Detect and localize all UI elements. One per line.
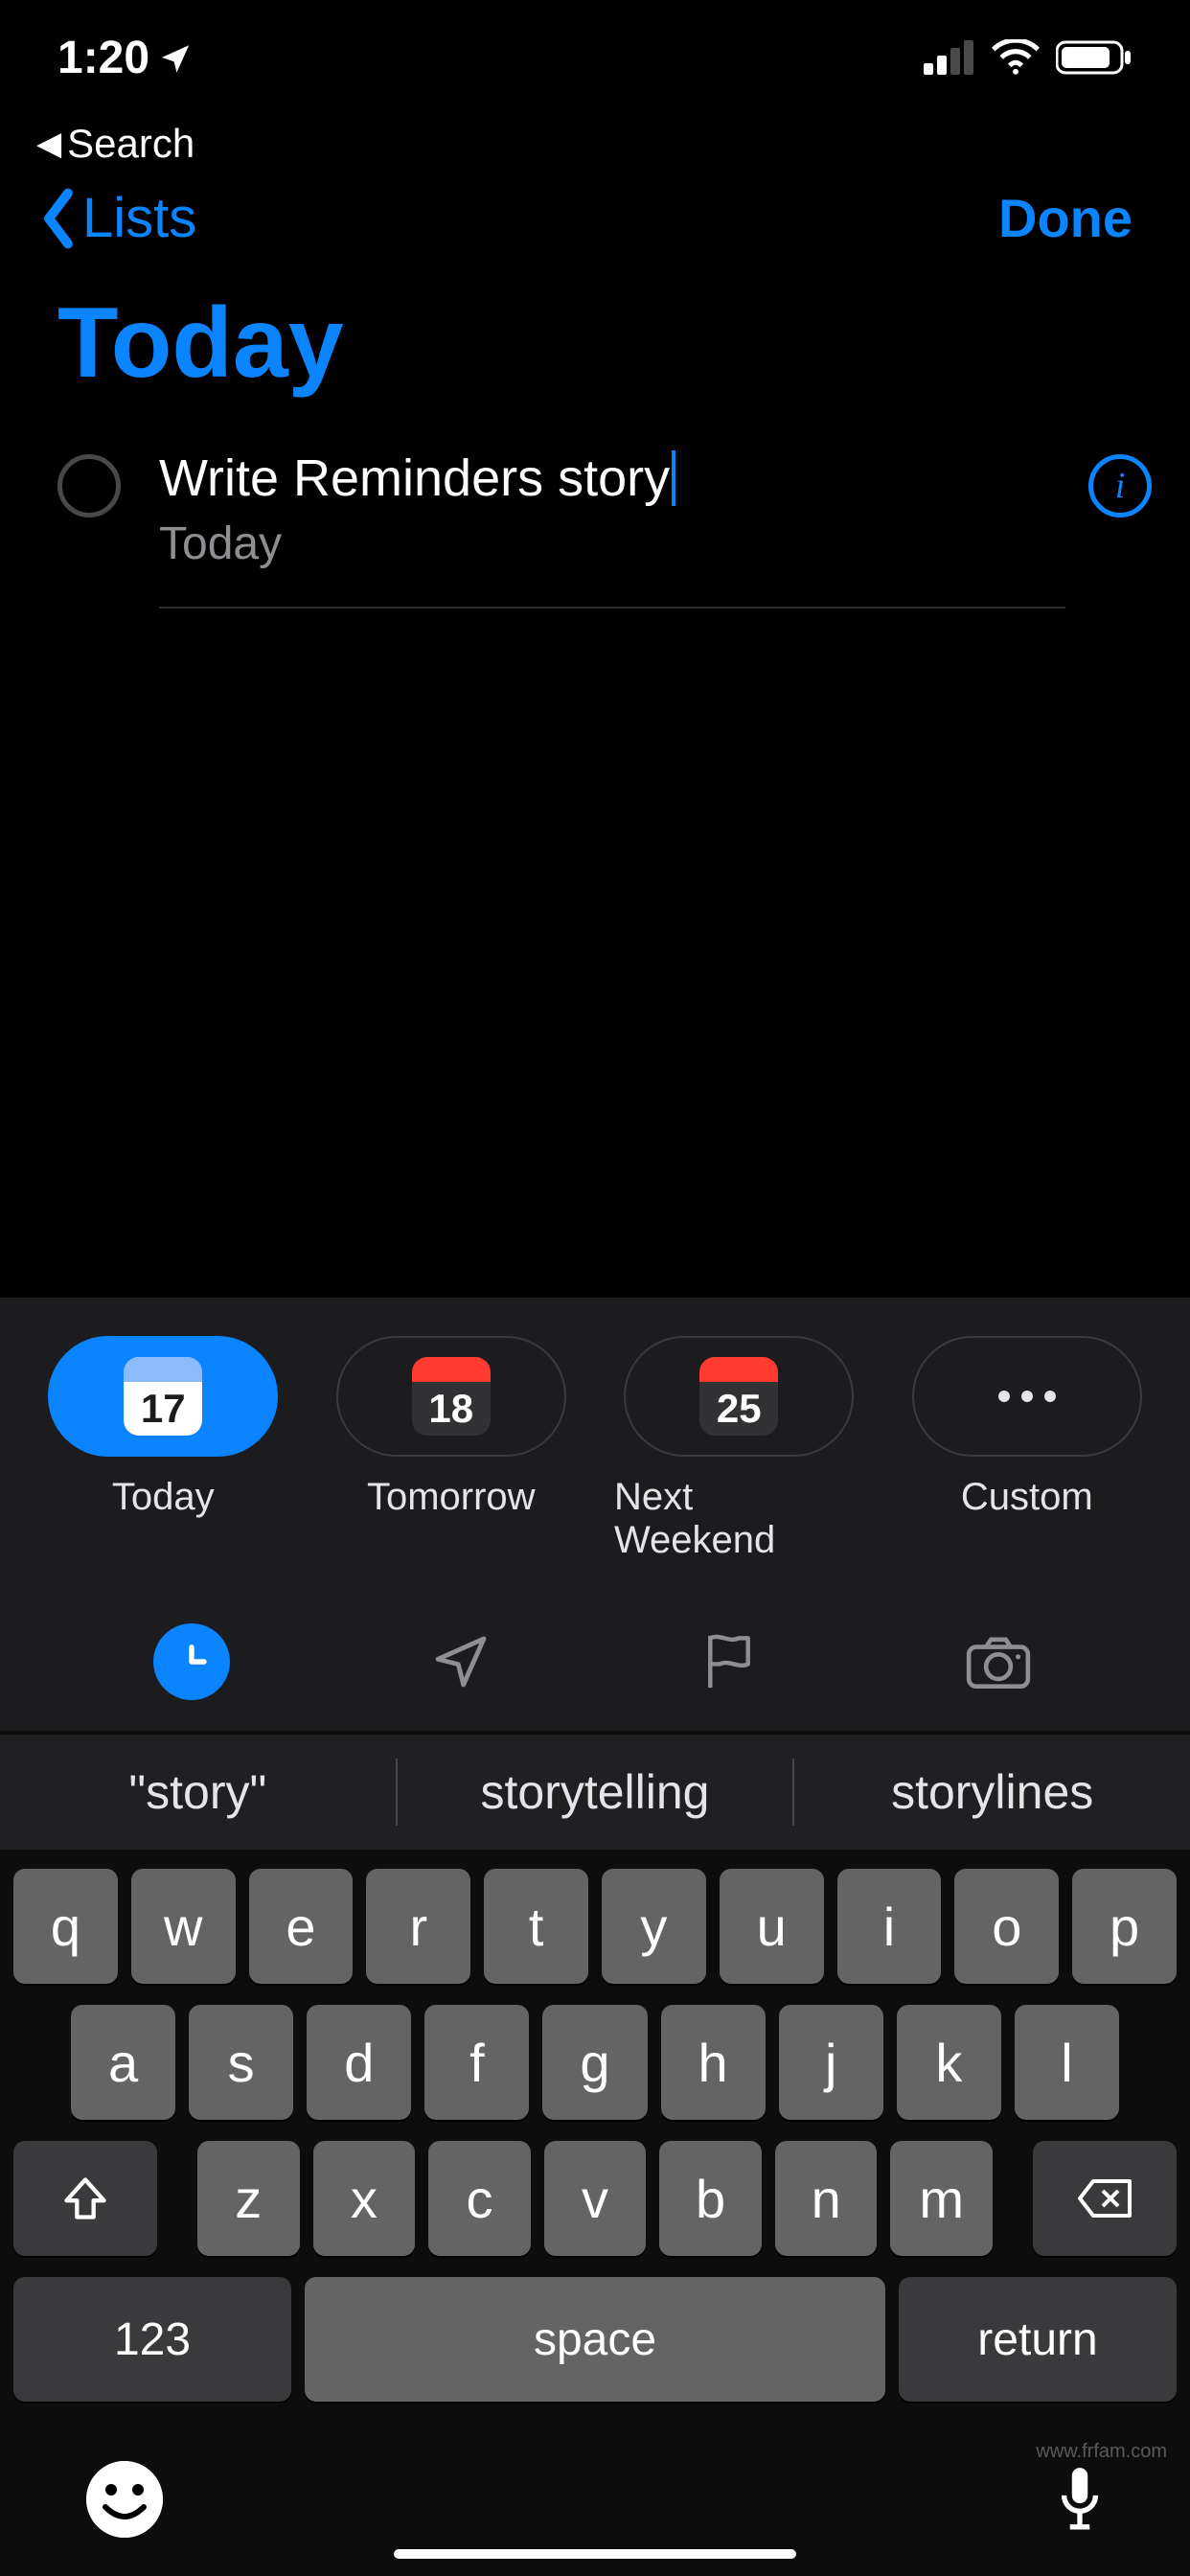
location-icon [430, 1631, 492, 1692]
status-bar: 1:20 [0, 0, 1190, 115]
location-button[interactable] [423, 1623, 499, 1700]
key-numbers[interactable]: 123 [13, 2277, 291, 2402]
key-c[interactable]: c [428, 2141, 531, 2256]
key-p[interactable]: p [1072, 1869, 1177, 1984]
clock-icon [167, 1637, 217, 1687]
info-button[interactable]: i [1088, 454, 1152, 518]
key-shift[interactable] [13, 2141, 157, 2256]
key-g[interactable]: g [542, 2005, 647, 2120]
text-cursor [672, 450, 675, 506]
emoji-button[interactable] [86, 2461, 163, 2538]
info-icon: i [1115, 465, 1126, 507]
key-q[interactable]: q [13, 1869, 118, 1984]
key-v[interactable]: v [544, 2141, 647, 2256]
quick-toolbar: 17 Today 18 Tomorrow 25 [0, 1298, 1190, 1731]
suggestion[interactable]: storytelling [398, 1764, 793, 1820]
key-a[interactable]: a [71, 2005, 175, 2120]
cellular-icon [924, 40, 975, 75]
keyboard-suggestions: "story" storytelling storylines [0, 1735, 1190, 1850]
keyboard-row-3: z x c v b n m [13, 2141, 1177, 2256]
reminder-item[interactable]: Write Reminders story Today i [0, 439, 1190, 609]
back-button[interactable]: Lists [38, 186, 196, 250]
key-n[interactable]: n [775, 2141, 878, 2256]
home-indicator[interactable] [394, 2549, 796, 2559]
key-x[interactable]: x [313, 2141, 416, 2256]
key-w[interactable]: w [131, 1869, 236, 1984]
date-pill-tomorrow[interactable]: 18 [336, 1336, 566, 1457]
divider [159, 607, 1065, 609]
keyboard-row-1: q w e r t y u i o p [13, 1869, 1177, 1984]
delete-icon [1076, 2177, 1133, 2220]
date-pill-custom[interactable] [912, 1336, 1142, 1457]
back-to-app[interactable]: ◀ Search [0, 115, 1190, 186]
key-l[interactable]: l [1015, 2005, 1119, 2120]
suggestion[interactable]: storylines [794, 1764, 1190, 1820]
page-title: Today [0, 258, 1190, 439]
mic-icon [1056, 2464, 1104, 2535]
key-k[interactable]: k [897, 2005, 1001, 2120]
keyboard-row-4: 123 space return [13, 2277, 1177, 2402]
key-delete[interactable] [1033, 2141, 1177, 2256]
reminder-subtitle: Today [159, 518, 1065, 599]
date-pill-label: Next Weekend [614, 1476, 864, 1562]
complete-radio[interactable] [57, 454, 121, 518]
flag-icon [700, 1631, 758, 1692]
calendar-icon: 25 [699, 1357, 778, 1436]
chevron-left-icon [38, 187, 79, 250]
battery-icon [1056, 39, 1133, 76]
reminder-title-input[interactable]: Write Reminders story [159, 448, 670, 508]
back-to-app-label: Search [67, 121, 195, 167]
date-pill-label: Tomorrow [367, 1476, 536, 1519]
caret-left-icon: ◀ [36, 125, 61, 163]
key-i[interactable]: i [837, 1869, 942, 1984]
key-s[interactable]: s [189, 2005, 293, 2120]
key-return[interactable]: return [899, 2277, 1177, 2402]
date-pill-label: Today [112, 1476, 215, 1519]
status-time: 1:20 [57, 32, 149, 84]
navigation-bar: Lists Done [0, 186, 1190, 258]
calendar-icon: 18 [412, 1357, 491, 1436]
wifi-icon [991, 39, 1041, 76]
calendar-icon: 17 [124, 1357, 202, 1436]
back-label: Lists [82, 186, 196, 250]
flag-button[interactable] [691, 1623, 767, 1700]
date-pill-label: Custom [961, 1476, 1093, 1519]
emoji-icon [86, 2461, 163, 2538]
key-y[interactable]: y [602, 1869, 706, 1984]
shift-icon [60, 2174, 110, 2223]
key-u[interactable]: u [720, 1869, 824, 1984]
location-arrow-icon [159, 41, 192, 74]
time-button[interactable] [153, 1623, 230, 1700]
done-button[interactable]: Done [998, 187, 1133, 249]
camera-button[interactable] [960, 1623, 1037, 1700]
key-e[interactable]: e [249, 1869, 354, 1984]
key-m[interactable]: m [890, 2141, 993, 2256]
key-r[interactable]: r [366, 1869, 470, 1984]
ellipsis-icon [998, 1391, 1056, 1402]
dictation-button[interactable] [1056, 2464, 1104, 2535]
keyboard: "story" storytelling storylines q w e r … [0, 1731, 1190, 2576]
key-t[interactable]: t [484, 1869, 588, 1984]
key-z[interactable]: z [197, 2141, 300, 2256]
date-pill-today[interactable]: 17 [48, 1336, 278, 1457]
keyboard-row-2: a s d f g h j k l [13, 2005, 1177, 2120]
key-b[interactable]: b [659, 2141, 762, 2256]
key-h[interactable]: h [661, 2005, 766, 2120]
key-o[interactable]: o [954, 1869, 1059, 1984]
key-j[interactable]: j [779, 2005, 883, 2120]
suggestion[interactable]: "story" [0, 1764, 396, 1820]
watermark: www.frfam.com [1036, 2441, 1167, 2463]
camera-icon [964, 1634, 1033, 1690]
key-d[interactable]: d [307, 2005, 411, 2120]
key-space[interactable]: space [305, 2277, 885, 2402]
key-f[interactable]: f [424, 2005, 529, 2120]
date-pill-weekend[interactable]: 25 [624, 1336, 854, 1457]
